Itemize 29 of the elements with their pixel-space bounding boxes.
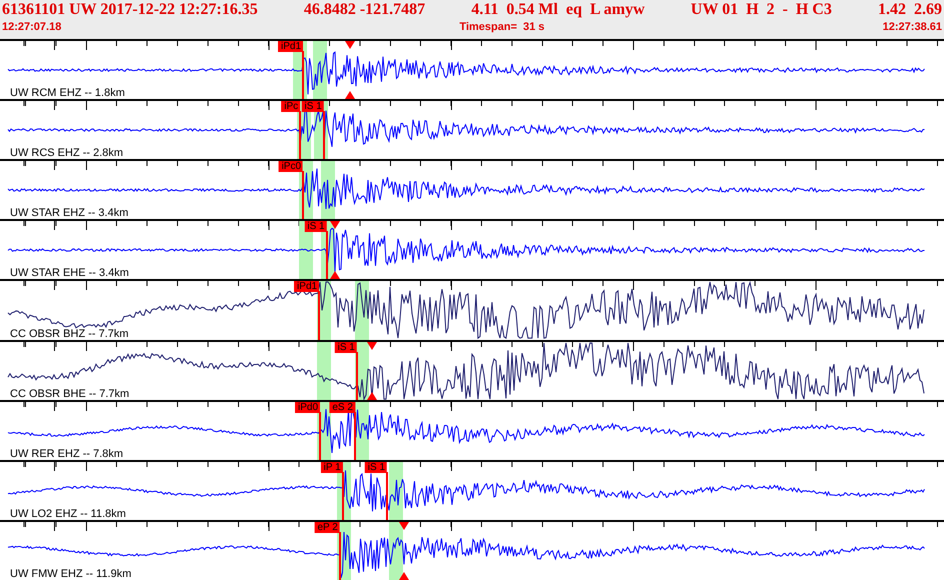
event-info-text: 61361101 UW 2017-12-22 12:27:16.35: [2, 0, 258, 20]
event-info-text: UW 01 H 2 - H C3: [690, 0, 832, 20]
pick-label[interactable]: iPd1: [294, 281, 320, 292]
timespan-text: Timespan= 31 s: [459, 20, 545, 34]
pick-label[interactable]: iS 1: [334, 342, 357, 353]
station-label: UW RCM EHZ -- 1.8km: [10, 87, 125, 100]
pick-label[interactable]: iS 1: [304, 221, 327, 232]
pick-label[interactable]: iPd0: [295, 402, 320, 413]
station-label: UW STAR EHZ -- 3.4km: [10, 207, 128, 220]
pick-label[interactable]: iS 1: [364, 462, 388, 473]
event-info-text: 46.8482 -121.7487: [304, 0, 426, 20]
station-label: UW LO2 EHZ -- 11.8km: [10, 508, 126, 520]
pick-label[interactable]: iP 1: [320, 462, 343, 473]
station-label: CC OBSR BHZ -- 7.7km: [10, 328, 129, 340]
event-info-text: 1.42 2.69: [878, 0, 942, 20]
pick-label[interactable]: eS 2: [329, 402, 355, 413]
start-time: 12:27:07.18: [2, 20, 62, 34]
pick-label[interactable]: iPc: [281, 101, 300, 112]
event-info-text: 4.11 0.54 Ml eq L amyw: [471, 0, 645, 20]
pick-label[interactable]: iPd1: [278, 41, 304, 52]
station-label: CC OBSR BHE -- 7.7km: [10, 388, 130, 400]
station-label: UW RER EHZ -- 7.8km: [10, 448, 124, 460]
pick-label[interactable]: iPc0: [278, 161, 304, 172]
end-time: 12:27:38.61: [882, 20, 942, 34]
station-label: UW FMW EHZ -- 11.9km: [10, 568, 132, 580]
pick-label[interactable]: eP 2: [314, 522, 340, 533]
pick-label[interactable]: iS 1: [302, 101, 324, 112]
station-label: UW STAR EHE -- 3.4km: [10, 267, 129, 280]
station-label: UW RCS EHZ -- 2.8km: [10, 147, 124, 160]
